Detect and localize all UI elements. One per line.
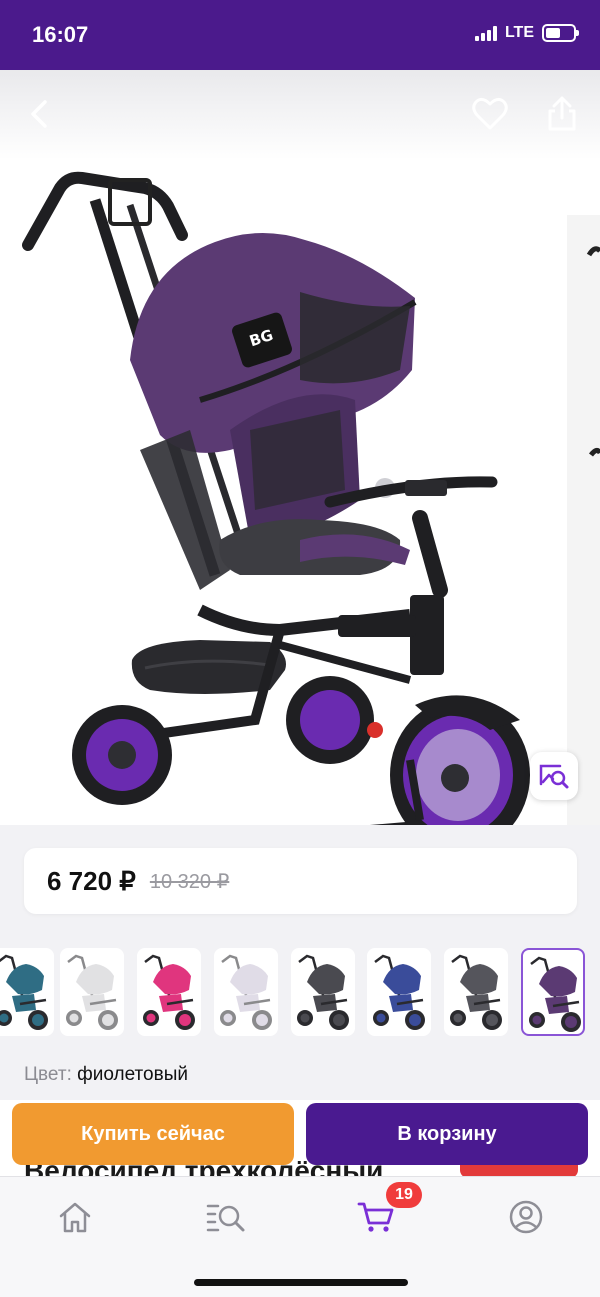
network-label: LTE	[504, 24, 534, 41]
favorite-button[interactable]	[468, 92, 512, 136]
color-thumbnail-grey-light[interactable]	[60, 948, 124, 1036]
color-thumbnail-lilac-light[interactable]	[214, 948, 278, 1036]
price-card: 6 720 ₽ 10 320 ₽	[24, 848, 577, 914]
tab-home[interactable]	[51, 1193, 99, 1241]
color-thumbnail-graphite[interactable]	[444, 948, 508, 1036]
color-thumbnail-purple[interactable]	[521, 948, 585, 1036]
tab-profile[interactable]	[502, 1193, 550, 1241]
old-price: 10 320 ₽	[149, 870, 230, 893]
color-value: фиолетовый	[77, 1064, 188, 1085]
add-to-cart-button[interactable]: В корзину	[306, 1103, 588, 1165]
share-icon	[548, 96, 576, 131]
home-icon	[59, 1202, 91, 1233]
signal-icon	[474, 25, 497, 41]
color-variant-list[interactable]	[0, 948, 600, 1040]
color-thumbnail-pink[interactable]	[137, 948, 201, 1036]
color-thumbnail-teal[interactable]	[0, 948, 54, 1036]
status-indicators: LTE	[474, 24, 579, 42]
status-time: 16:07	[32, 22, 89, 47]
back-button[interactable]	[18, 92, 62, 136]
cart-count-badge: 19	[386, 1182, 422, 1208]
color-thumbnail-dark-grey[interactable]	[291, 948, 355, 1036]
current-price: 6 720 ₽	[47, 865, 136, 896]
buy-now-button[interactable]: Купить сейчас	[12, 1103, 294, 1165]
image-search-icon	[539, 764, 569, 789]
share-button[interactable]	[540, 92, 584, 136]
color-info: Цвет: фиолетовый	[24, 1064, 188, 1086]
color-label: Цвет:	[24, 1064, 72, 1085]
product-image-gallery[interactable]: BG	[0, 70, 600, 825]
cart-icon	[357, 1202, 394, 1232]
home-indicator	[194, 1279, 408, 1286]
tab-catalog-search[interactable]	[202, 1193, 250, 1241]
product-image: BG	[22, 171, 530, 825]
heart-icon	[472, 97, 508, 130]
chevron-left-icon	[31, 100, 47, 128]
profile-icon	[509, 1200, 543, 1234]
color-thumbnail-blue[interactable]	[367, 948, 431, 1036]
action-bar: Велосипед трехколёсный Купить сейчас В к…	[0, 1100, 600, 1186]
catalog-search-icon	[206, 1204, 245, 1232]
image-search-button[interactable]	[530, 752, 578, 800]
status-bar: 16:07 LTE	[0, 0, 600, 70]
battery-icon	[542, 24, 579, 42]
